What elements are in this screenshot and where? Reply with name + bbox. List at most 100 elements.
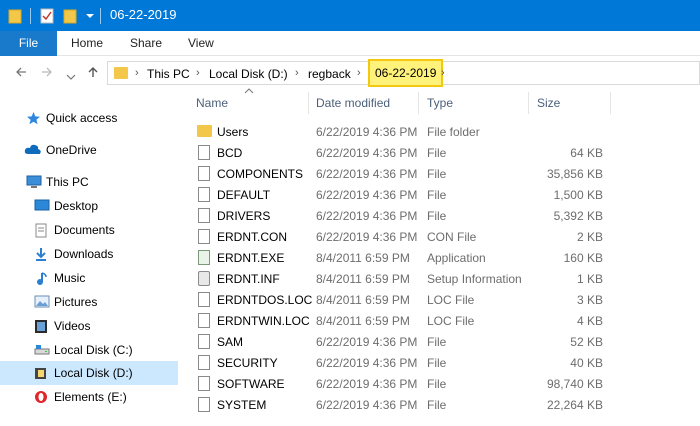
- nav-label: Quick access: [46, 111, 118, 125]
- exe-icon: [198, 250, 210, 265]
- file-size: 3 KB: [576, 293, 603, 307]
- navigation-pane: Quick access OneDrive This PC Desktop Do…: [0, 89, 178, 426]
- file-name: DRIVERS: [217, 209, 271, 223]
- download-icon: [34, 247, 49, 261]
- file-size: 64 KB: [570, 146, 603, 160]
- tab-file[interactable]: File: [0, 31, 57, 56]
- column-divider[interactable]: [418, 92, 419, 114]
- tab-view[interactable]: View: [188, 31, 214, 56]
- up-arrow-icon[interactable]: [86, 65, 100, 82]
- file-row[interactable]: SOFTWARE 6/22/2019 4:36 PM File 98,740 KB: [180, 373, 700, 394]
- nav-desktop[interactable]: Desktop: [0, 194, 178, 218]
- column-divider[interactable]: [610, 92, 611, 114]
- computer-icon: [26, 175, 42, 188]
- file-size: 1,500 KB: [553, 188, 603, 202]
- column-divider[interactable]: [528, 92, 529, 114]
- file-row[interactable]: SECURITY 6/22/2019 4:36 PM File 40 KB: [180, 352, 700, 373]
- separator: [100, 8, 101, 24]
- chevron-down-icon[interactable]: [85, 10, 95, 24]
- chevron-right-icon[interactable]: ›: [196, 67, 200, 79]
- file-icon: [198, 355, 210, 370]
- file-row[interactable]: ERDNT.INF 8/4/2011 6:59 PM Setup Informati…: [180, 268, 700, 289]
- file-date: 6/22/2019 4:36 PM: [316, 398, 418, 412]
- navigation-bar: › This PC › Local Disk (D:) › regback › …: [0, 57, 700, 89]
- nav-music[interactable]: Music: [0, 266, 178, 290]
- breadcrumb-local-disk-d[interactable]: Local Disk (D:): [209, 67, 288, 81]
- file-icon: [198, 334, 210, 349]
- column-divider[interactable]: [308, 92, 309, 114]
- file-date: 8/4/2011 6:59 PM: [316, 314, 410, 328]
- file-name: ERDNTDOS.LOC: [217, 293, 313, 307]
- file-row[interactable]: ERDNT.CON 6/22/2019 4:36 PM CON File 2 KB: [180, 226, 700, 247]
- nav-onedrive[interactable]: OneDrive: [0, 138, 178, 162]
- nav-label: Local Disk (C:): [54, 343, 133, 357]
- file-date: 8/4/2011 6:59 PM: [316, 272, 410, 286]
- file-type: Setup Information: [427, 272, 522, 286]
- file-row[interactable]: ERDNTWIN.LOC 8/4/2011 6:59 PM LOC File 4 KB: [180, 310, 700, 331]
- nav-elements-e[interactable]: Elements (E:): [0, 385, 178, 409]
- music-icon: [34, 271, 49, 285]
- new-folder-icon[interactable]: [63, 8, 77, 27]
- nav-local-disk-d[interactable]: Local Disk (D:): [0, 361, 178, 385]
- nav-downloads[interactable]: Downloads: [0, 242, 178, 266]
- opera-drive-icon: [34, 390, 49, 403]
- file-row[interactable]: SYSTEM 6/22/2019 4:36 PM File 22,264 KB: [180, 394, 700, 415]
- nav-videos[interactable]: Videos: [0, 314, 178, 338]
- nav-label: Videos: [54, 319, 91, 333]
- file-row[interactable]: BCD 6/22/2019 4:36 PM File 64 KB: [180, 142, 700, 163]
- file-row[interactable]: ERDNTDOS.LOC 8/4/2011 6:59 PM LOC File 3 KB: [180, 289, 700, 310]
- file-date: 6/22/2019 4:36 PM: [316, 167, 418, 181]
- column-name[interactable]: Name: [196, 96, 228, 110]
- file-date: 6/22/2019 4:36 PM: [316, 335, 418, 349]
- breadcrumb-current-folder[interactable]: 06-22-2019: [368, 59, 444, 87]
- file-row[interactable]: COMPONENTS 6/22/2019 4:36 PM File 35,856 KB: [180, 163, 700, 184]
- file-row[interactable]: SAM 6/22/2019 4:36 PM File 52 KB: [180, 331, 700, 352]
- file-row[interactable]: Users 6/22/2019 4:36 PM File folder: [180, 121, 700, 142]
- folder-icon[interactable]: [8, 8, 22, 27]
- file-row[interactable]: ERDNT.EXE 8/4/2011 6:59 PM Application 160 …: [180, 247, 700, 268]
- file-type: File: [427, 209, 447, 223]
- column-date-modified[interactable]: Date modified: [316, 96, 390, 110]
- file-icon: [198, 187, 210, 202]
- file-type: File: [427, 356, 447, 370]
- file-size: 98,740 KB: [546, 377, 603, 391]
- breadcrumb-regback[interactable]: regback: [308, 67, 351, 81]
- file-name: COMPONENTS: [217, 167, 304, 181]
- file-icon: [198, 229, 210, 244]
- forward-arrow-icon[interactable]: [40, 65, 54, 82]
- address-bar[interactable]: › This PC › Local Disk (D:) › regback › …: [107, 59, 700, 87]
- tab-share[interactable]: Share: [130, 31, 162, 56]
- file-name: SOFTWARE: [217, 377, 285, 391]
- tab-home[interactable]: Home: [71, 31, 103, 56]
- chevron-right-icon[interactable]: ›: [357, 67, 361, 79]
- column-type[interactable]: Type: [427, 96, 453, 110]
- column-size[interactable]: Size: [537, 96, 560, 110]
- file-size: 2 KB: [576, 230, 603, 244]
- file-type: File: [427, 146, 447, 160]
- drive-icon: [34, 366, 49, 379]
- pictures-icon: [34, 295, 50, 308]
- chevron-right-icon[interactable]: ›: [441, 67, 445, 79]
- properties-icon[interactable]: [40, 8, 54, 27]
- file-name: BCD: [217, 146, 243, 160]
- recent-locations-icon[interactable]: [66, 68, 76, 84]
- nav-label: Downloads: [54, 247, 114, 261]
- cloud-icon: [24, 143, 41, 156]
- file-row[interactable]: DEFAULT 6/22/2019 4:36 PM File 1,500 KB: [180, 184, 700, 205]
- file-type: File folder: [427, 125, 480, 139]
- file-icon: [198, 313, 210, 328]
- nav-this-pc[interactable]: This PC: [0, 170, 178, 194]
- chevron-right-icon[interactable]: ›: [295, 67, 299, 79]
- file-row[interactable]: DRIVERS 6/22/2019 4:36 PM File 5,392 KB: [180, 205, 700, 226]
- nav-documents[interactable]: Documents: [0, 218, 178, 242]
- nav-local-disk-c[interactable]: Local Disk (C:): [0, 338, 178, 362]
- column-header-row: Name Date modified Type Size: [180, 88, 700, 117]
- documents-icon: [34, 223, 49, 238]
- breadcrumb-this-pc[interactable]: This PC: [147, 67, 190, 81]
- nav-pictures[interactable]: Pictures: [0, 290, 178, 314]
- chevron-right-icon[interactable]: ›: [135, 67, 139, 79]
- file-icon: [198, 376, 210, 391]
- back-arrow-icon[interactable]: [14, 65, 28, 82]
- nav-quick-access[interactable]: Quick access: [0, 106, 178, 130]
- gear-file-icon: [198, 271, 210, 286]
